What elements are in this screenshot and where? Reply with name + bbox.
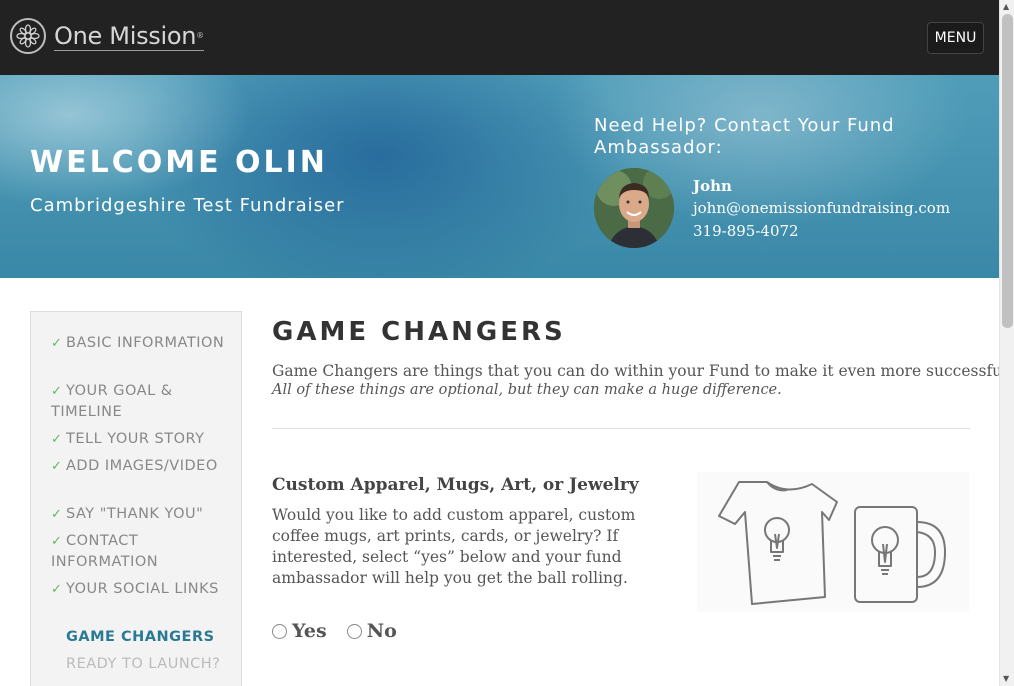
sidebar-item-say-thank-you[interactable]: ✓ SAY "THANK YOU" xyxy=(51,504,231,525)
brand-logo[interactable]: One Mission® xyxy=(10,18,204,54)
tshirt-lightbulb-icon xyxy=(718,481,838,605)
brand-name: One Mission® xyxy=(54,21,204,51)
intro-text: Game Changers are things that you can do… xyxy=(272,362,1013,380)
option-yes[interactable]: Yes xyxy=(272,620,327,642)
check-icon: ✓ xyxy=(51,459,63,474)
sidebar-item-goal-timeline[interactable]: ✓ YOUR GOAL & TIMELINE xyxy=(51,381,231,423)
hero-banner: WELCOME OLIN Cambridgeshire Test Fundrai… xyxy=(0,75,999,278)
yes-radio[interactable] xyxy=(272,623,287,639)
fundraiser-name: Cambridgeshire Test Fundraiser xyxy=(30,195,345,216)
section-title: Custom Apparel, Mugs, Art, or Jewelry xyxy=(272,475,639,495)
check-icon: ✓ xyxy=(51,336,63,351)
ambassador-email-link[interactable]: john@onemissionfundraising.com xyxy=(693,199,950,217)
steps-sidebar: ✓ BASIC INFORMATION ✓ YOUR GOAL & TIMELINE… xyxy=(30,311,242,686)
ambassador-avatar xyxy=(594,168,674,248)
scroll-down-icon[interactable]: ▼ xyxy=(1003,674,1009,683)
no-radio[interactable] xyxy=(346,623,362,639)
check-icon: ✓ xyxy=(51,384,63,399)
check-icon: ✓ xyxy=(51,582,63,597)
scroll-thumb[interactable] xyxy=(1002,14,1013,328)
welcome-heading: WELCOME OLIN xyxy=(30,145,328,180)
section-description: Would you like to add custom apparel, cu… xyxy=(272,506,636,587)
sidebar-item-ready-to-launch[interactable]: READY TO LAUNCH? xyxy=(51,654,231,675)
mug-lightbulb-icon xyxy=(854,506,946,603)
sidebar-item-game-changers[interactable]: GAME CHANGERS xyxy=(51,627,231,648)
divider xyxy=(272,428,970,429)
sidebar-item-add-images-video[interactable]: ✓ ADD IMAGES/VIDEO xyxy=(51,456,231,477)
apparel-options: Yes No xyxy=(272,620,417,642)
check-icon: ✓ xyxy=(51,432,63,447)
intro-emphasis: All of these things are optional, but th… xyxy=(272,382,782,398)
sidebar-item-social-links[interactable]: ✓ YOUR SOCIAL LINKS xyxy=(51,579,231,600)
sidebar-item-contact-information[interactable]: ✓ CONTACT INFORMATION xyxy=(51,531,231,573)
sidebar-item-tell-your-story[interactable]: ✓ TELL YOUR STORY xyxy=(51,429,231,450)
check-icon: ✓ xyxy=(51,507,63,522)
ambassador-name: John xyxy=(693,177,732,195)
vertical-scrollbar[interactable]: ▲ ▼ xyxy=(999,0,1014,686)
sidebar-item-basic-information[interactable]: ✓ BASIC INFORMATION xyxy=(51,333,231,354)
scroll-up-icon[interactable]: ▲ xyxy=(1003,2,1009,11)
logo-flower-icon xyxy=(10,18,46,54)
check-icon: ✓ xyxy=(51,534,63,549)
option-no[interactable]: No xyxy=(346,620,397,642)
menu-button[interactable]: MENU xyxy=(927,22,984,54)
page-title: GAME CHANGERS xyxy=(272,317,566,347)
merch-illustration xyxy=(697,472,969,612)
ambassador-phone[interactable]: 319-895-4072 xyxy=(693,222,799,240)
top-navbar: One Mission® MENU xyxy=(0,0,999,75)
help-heading: Need Help? Contact Your Fund Ambassador: xyxy=(594,115,895,158)
